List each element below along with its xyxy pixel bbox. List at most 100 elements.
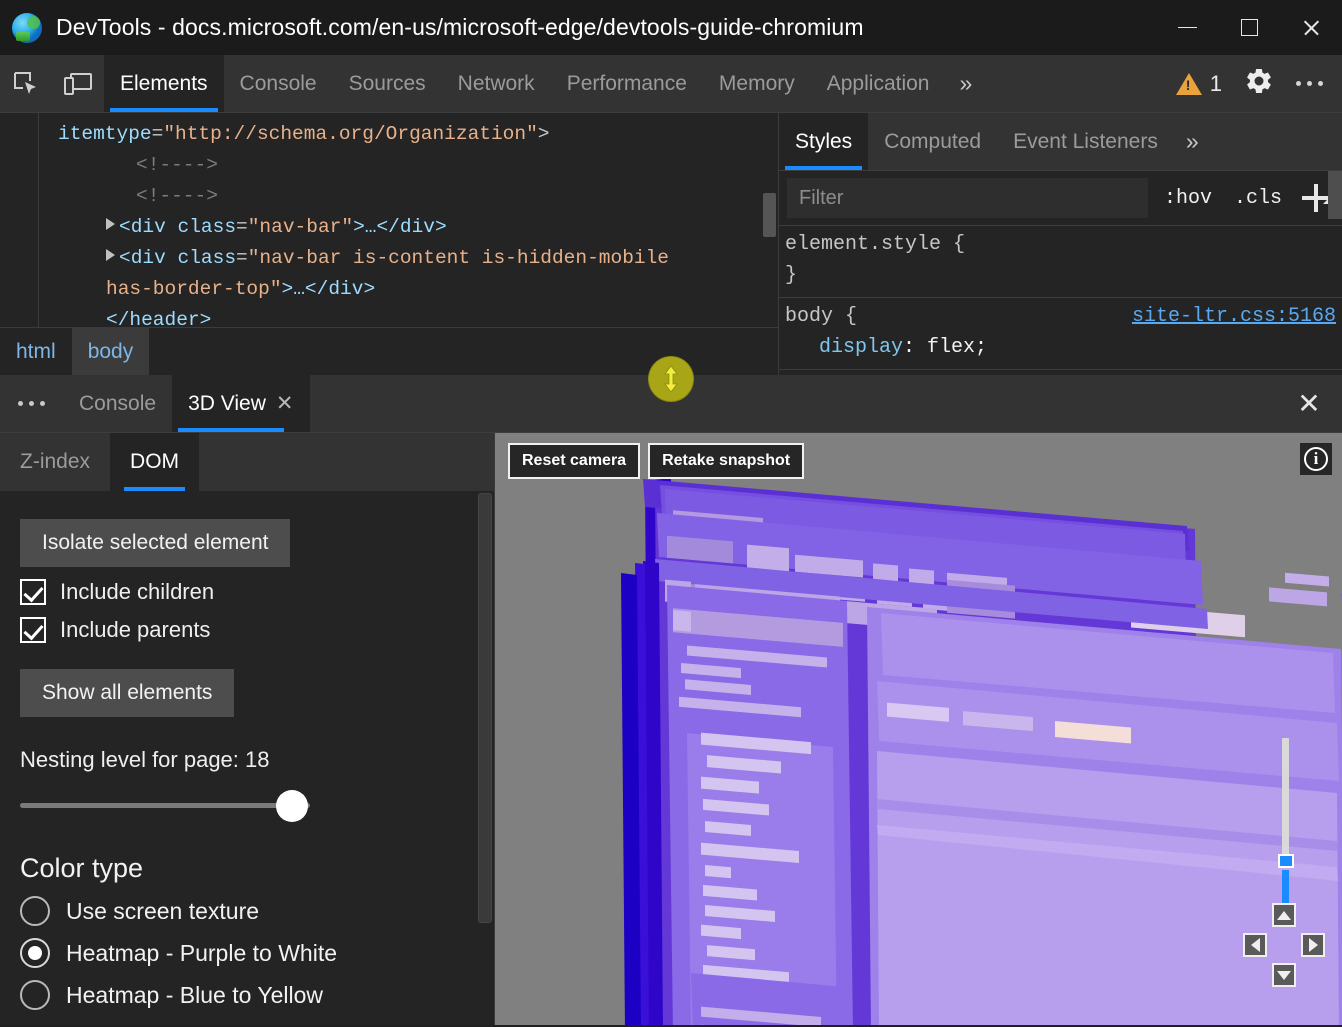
punct: = [236,247,248,269]
radio-screen-texture[interactable] [20,896,50,926]
attr-name: class [178,216,237,238]
drawer-more-tools-button[interactable] [0,375,63,432]
retake-snapshot-button[interactable]: Retake snapshot [648,443,804,479]
arrow-left-icon [1251,938,1260,952]
slider-thumb[interactable] [276,790,308,822]
include-children-row[interactable]: Include children [20,579,474,605]
elements-panel: itemtype="http://schema.org/Organization… [0,113,779,375]
drawer: Console 3D View ✕ ✕ Z-index DOM Isolate … [0,375,1342,1025]
tab-dom[interactable]: DOM [110,433,199,491]
close-drawer-button[interactable]: ✕ [1276,375,1342,432]
dom-tree[interactable]: itemtype="http://schema.org/Organization… [0,113,778,327]
cls-toggle[interactable]: .cls [1228,183,1288,214]
breadcrumb-item-html[interactable]: html [0,328,72,375]
declaration-property[interactable]: display [819,336,903,359]
reset-camera-button[interactable]: Reset camera [508,443,640,479]
chevron-double-right-icon: » [1186,128,1199,155]
color-option-screen-texture[interactable]: Use screen texture [20,896,474,926]
dom-tree-line[interactable]: <!----> [0,150,778,181]
drawer-tab-3d-view[interactable]: 3D View ✕ [172,375,309,432]
pan-down-button[interactable] [1272,963,1296,987]
dom-tree-line[interactable]: <div class="nav-bar is-content is-hidden… [0,243,778,274]
breadcrumb-item-body[interactable]: body [72,328,150,375]
punct: > [538,123,550,145]
declaration-value[interactable]: flex; [927,336,987,359]
dom-tree-line[interactable]: itemtype="http://schema.org/Organization… [0,119,778,150]
close-icon[interactable]: ✕ [276,391,294,416]
attr-value: "nav-bar" [248,216,353,238]
tab-performance[interactable]: Performance [551,55,703,112]
include-parents-checkbox[interactable] [20,617,46,643]
dom-tree-line[interactable]: has-border-top">…</div> [0,274,778,305]
dom-tree-scrollbar[interactable] [763,193,776,237]
device-toolbar-button[interactable] [52,55,104,112]
rule-selector[interactable]: element.style { [785,229,965,260]
slider-track [20,803,310,808]
canvas-info-button[interactable]: i [1300,443,1332,475]
dom-tree-line[interactable]: </header> [0,305,778,327]
radio-heatmap-purple-white[interactable] [20,938,50,968]
radio-heatmap-purple-white-label: Heatmap - Purple to White [66,940,337,967]
close-button[interactable] [1280,0,1342,55]
three-d-settings-scrollbar[interactable] [478,493,492,923]
minimize-button[interactable] [1156,0,1218,55]
tab-z-index-label: Z-index [20,450,90,474]
tab-network[interactable]: Network [442,55,551,112]
zoom-slider-thumb[interactable] [1278,854,1294,868]
nesting-level-slider[interactable] [20,783,310,827]
pan-right-button[interactable] [1301,933,1325,957]
style-declaration[interactable]: display: flex; [785,332,1342,363]
inspect-element-button[interactable] [0,55,52,112]
include-children-checkbox[interactable] [20,579,46,605]
html-comment: <!----> [136,185,218,207]
style-rule[interactable]: element.style { } [779,226,1342,298]
expand-triangle-icon[interactable] [106,218,115,230]
show-all-elements-button[interactable]: Show all elements [20,669,234,717]
nesting-level-label: Nesting level for page: 18 [20,747,474,773]
window-title-bar: DevTools - docs.microsoft.com/en-us/micr… [0,0,1342,55]
settings-button[interactable] [1236,61,1282,107]
isolate-selected-element-button[interactable]: Isolate selected element [20,519,290,567]
close-icon: ✕ [1297,387,1320,420]
drawer-resize-handle[interactable] [649,357,693,401]
tab-event-listeners[interactable]: Event Listeners [997,113,1174,170]
tab-network-label: Network [458,72,535,96]
hov-toggle[interactable]: :hov [1158,183,1218,214]
rule-header: element.style { [785,229,1342,260]
pan-up-button[interactable] [1272,903,1296,927]
styles-more-tabs-button[interactable]: » [1174,113,1211,170]
color-option-purple-white[interactable]: Heatmap - Purple to White [20,938,474,968]
tab-computed[interactable]: Computed [868,113,997,170]
radio-heatmap-blue-yellow[interactable] [20,980,50,1010]
warning-indicator[interactable]: 1 [1166,71,1232,97]
tab-styles[interactable]: Styles [779,113,868,170]
pan-left-button[interactable] [1243,933,1267,957]
drawer-tab-console[interactable]: Console [63,375,172,432]
filter-input[interactable] [787,178,1148,218]
dom-tree-line[interactable]: <!----> [0,181,778,212]
dom-tree-line[interactable]: <div class="nav-bar">…</div> [0,212,778,243]
tab-application[interactable]: Application [811,55,946,112]
styles-scrollbar[interactable] [1328,171,1342,219]
color-option-blue-yellow[interactable]: Heatmap - Blue to Yellow [20,980,474,1010]
zoom-track-upper [1282,738,1289,858]
canvas-toolbar: Reset camera Retake snapshot [508,443,804,479]
include-parents-row[interactable]: Include parents [20,617,474,643]
rule-source-link[interactable]: site-ltr.css:5168 [1132,301,1342,332]
tag-close: >…</div> [282,278,376,300]
tab-memory[interactable]: Memory [703,55,811,112]
three-d-canvas[interactable]: Reset camera Retake snapshot i [495,433,1342,1025]
more-options-button[interactable] [1286,61,1332,107]
tab-computed-label: Computed [884,130,981,154]
tab-console[interactable]: Console [224,55,333,112]
rule-selector[interactable]: body { [785,301,857,332]
info-icon: i [1304,447,1328,471]
tab-sources[interactable]: Sources [333,55,442,112]
maximize-button[interactable] [1218,0,1280,55]
tab-z-index[interactable]: Z-index [0,433,110,491]
tab-elements[interactable]: Elements [104,55,224,112]
warning-count: 1 [1210,71,1222,97]
style-rule[interactable]: body { site-ltr.css:5168 display: flex; [779,298,1342,370]
expand-triangle-icon[interactable] [106,249,115,261]
more-tabs-button[interactable]: » [945,55,986,112]
